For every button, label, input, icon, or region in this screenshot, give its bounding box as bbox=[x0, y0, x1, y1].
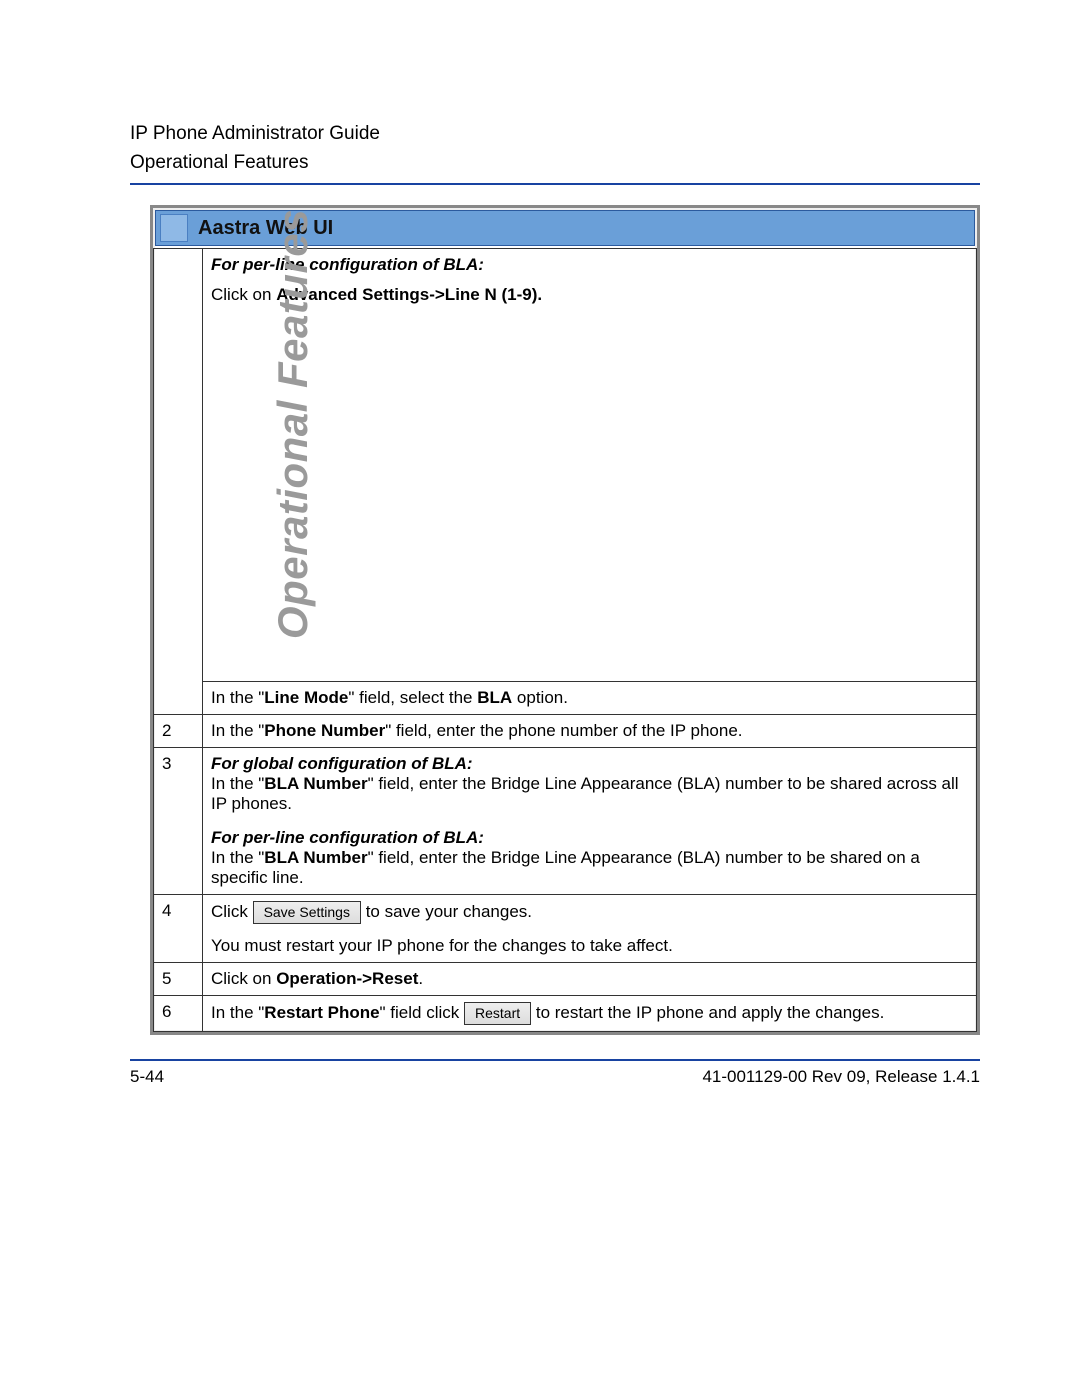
step-cell: Click Save Settings to save your changes… bbox=[203, 895, 977, 963]
s1-linemode-b2: BLA bbox=[477, 688, 512, 707]
s5-post: . bbox=[418, 969, 423, 988]
s5-pre: Click on bbox=[211, 969, 276, 988]
table-row: 5 Click on Operation->Reset. bbox=[154, 962, 977, 995]
s2-post: " field, enter the phone number of the I… bbox=[385, 721, 742, 740]
web-ui-icon bbox=[160, 214, 188, 242]
s6-bold: Restart Phone bbox=[264, 1003, 379, 1022]
step-cell: For per-line configuration of BLA: Click… bbox=[203, 249, 977, 682]
step-cell: In the "Line Mode" field, select the BLA… bbox=[203, 682, 977, 715]
s1-linemode-pre: In the " bbox=[211, 688, 264, 707]
footer-rule bbox=[130, 1059, 980, 1061]
guide-title: IP Phone Administrator Guide bbox=[130, 120, 980, 149]
table-row: 4 Click Save Settings to save your chang… bbox=[154, 895, 977, 963]
step-number: 3 bbox=[154, 748, 203, 895]
table-row: 3 For global configuration of BLA: In th… bbox=[154, 748, 977, 895]
s6-pre: In the " bbox=[211, 1003, 264, 1022]
s3-perline-pre: In the " bbox=[211, 848, 264, 867]
step-cell: In the "Phone Number" field, enter the p… bbox=[203, 715, 977, 748]
step1-heading: For per-line configuration of BLA: bbox=[211, 255, 968, 275]
save-settings-button[interactable]: Save Settings bbox=[253, 901, 361, 924]
restart-button[interactable]: Restart bbox=[464, 1002, 531, 1025]
page-footer: 5-44 41-001129-00 Rev 09, Release 1.4.1 bbox=[130, 1067, 980, 1087]
step-number: 2 bbox=[154, 715, 203, 748]
s5-bold: Operation->Reset bbox=[276, 969, 418, 988]
page-root: IP Phone Administrator Guide Operational… bbox=[0, 0, 1080, 1397]
s3-perline-bold: BLA Number bbox=[264, 848, 367, 867]
table-row: 2 In the "Phone Number" field, enter the… bbox=[154, 715, 977, 748]
step-cell: Click on Operation->Reset. bbox=[203, 962, 977, 995]
s6-mid: " field click bbox=[380, 1003, 464, 1022]
s3-global-pre: In the " bbox=[211, 774, 264, 793]
side-title: Operational Features bbox=[269, 209, 317, 639]
doc-revision: 41-001129-00 Rev 09, Release 1.4.1 bbox=[702, 1067, 980, 1087]
step-number: 6 bbox=[154, 995, 203, 1031]
s1-linemode-b1: Line Mode bbox=[264, 688, 348, 707]
s1-linemode-post: option. bbox=[512, 688, 568, 707]
s3-global-heading: For global configuration of BLA: bbox=[211, 754, 968, 774]
step-cell: In the "Restart Phone" field click Resta… bbox=[203, 995, 977, 1031]
s3-global-bold: BLA Number bbox=[264, 774, 367, 793]
table-row: In the "Line Mode" field, select the BLA… bbox=[154, 682, 977, 715]
s4-note: You must restart your IP phone for the c… bbox=[211, 936, 968, 956]
page-header: IP Phone Administrator Guide Operational… bbox=[130, 120, 980, 177]
s4-click: Click bbox=[211, 902, 253, 921]
step-number bbox=[154, 249, 203, 715]
header-rule bbox=[130, 183, 980, 185]
step-number: 5 bbox=[154, 962, 203, 995]
s1-linemode-mid: " field, select the bbox=[348, 688, 477, 707]
step-number: 4 bbox=[154, 895, 203, 963]
s4-after: to save your changes. bbox=[366, 902, 532, 921]
s2-bold: Phone Number bbox=[264, 721, 385, 740]
s6-post: to restart the IP phone and apply the ch… bbox=[536, 1003, 884, 1022]
page-number: 5-44 bbox=[130, 1067, 164, 1087]
s2-pre: In the " bbox=[211, 721, 264, 740]
s3-perline-heading: For per-line configuration of BLA: bbox=[211, 828, 968, 848]
guide-section: Operational Features bbox=[130, 149, 980, 178]
step-cell: For global configuration of BLA: In the … bbox=[203, 748, 977, 895]
step1-intro-pre: Click on bbox=[211, 285, 276, 304]
table-row: 6 In the "Restart Phone" field click Res… bbox=[154, 995, 977, 1031]
